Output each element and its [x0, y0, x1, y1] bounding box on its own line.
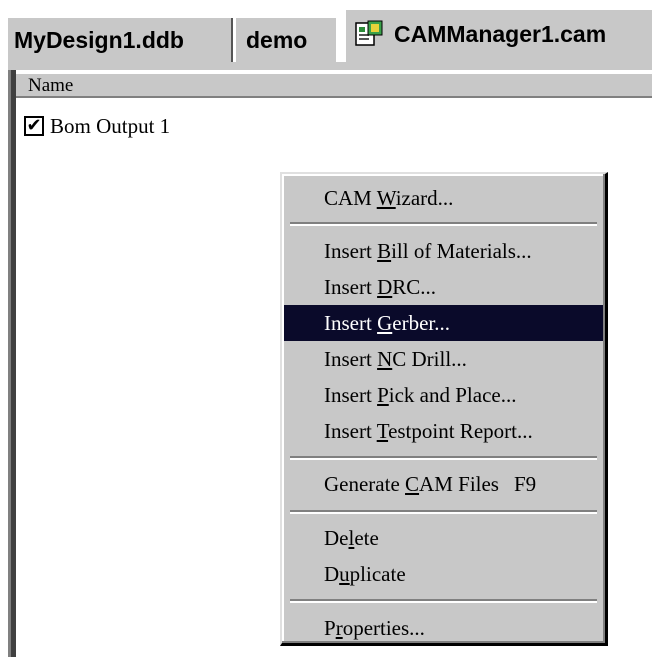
menu-item-text: Insert	[324, 275, 378, 299]
menu-item-mnemonic: T	[376, 419, 389, 443]
menu-separator	[290, 599, 597, 603]
menu-item-mnemonic: N	[377, 347, 393, 371]
menu-item-mnemonic: r	[335, 616, 343, 640]
menu-item-mnemonic: G	[377, 311, 393, 335]
cam-document-icon	[355, 20, 383, 46]
menu-item-shortcut: F9	[514, 472, 537, 496]
menu-item-text: Insert	[324, 347, 378, 371]
menu-item-insert-gerber[interactable]: Insert Gerber...	[284, 305, 603, 341]
menu-item-duplicate[interactable]: Duplicate	[284, 556, 603, 592]
menu-item-cam-wizard[interactable]: CAM Wizard...	[284, 180, 603, 216]
menu-item-insert-testpoint-report[interactable]: Insert Testpoint Report...	[284, 413, 603, 449]
menu-item-text: Generate	[324, 472, 406, 496]
menu-separator	[290, 510, 597, 514]
list-item-label: Bom Output 1	[50, 114, 171, 138]
menu-item-insert-drc[interactable]: Insert DRC...	[284, 269, 603, 305]
menu-item-insert-bom[interactable]: Insert Bill of Materials...	[284, 233, 603, 269]
checkbox[interactable]: ✔	[24, 116, 44, 137]
menu-item-text: erber...	[392, 311, 450, 335]
menu-item-text: Insert	[324, 419, 377, 443]
menu-item-mnemonic: C	[405, 472, 420, 496]
menu-item-text: D	[324, 562, 340, 586]
menu-item-text: RC...	[392, 275, 437, 299]
column-header-label: Name	[28, 75, 74, 96]
column-header-name[interactable]: Name	[16, 72, 652, 98]
menu-item-text: estpoint Report...	[388, 419, 533, 443]
menu-item-text: ete	[354, 526, 379, 550]
menu-item-properties[interactable]: Properties...	[284, 610, 603, 646]
menu-item-text: De	[324, 526, 349, 550]
panel-left-border	[11, 70, 16, 657]
menu-item-text: izard...	[395, 186, 454, 210]
menu-item-text: P	[324, 616, 336, 640]
tab-mydesign-ddb[interactable]: MyDesign1.ddb	[8, 18, 233, 62]
menu-item-text: C Drill...	[392, 347, 467, 371]
menu-item-text: Insert	[324, 239, 378, 263]
menu-separator	[290, 456, 597, 460]
tab-label: CAMManager1.cam	[394, 21, 607, 47]
menu-item-text: ill of Materials...	[391, 239, 532, 263]
tab-cammanager-cam[interactable]: CAMManager1.cam	[344, 8, 652, 62]
document-tab-strip: MyDesign1.ddb demo CAMManager1.cam	[0, 0, 652, 66]
panel-top-edge	[8, 62, 652, 70]
menu-item-mnemonic: P	[377, 383, 389, 407]
menu-item-mnemonic: D	[377, 275, 393, 299]
menu-item-insert-pick-place[interactable]: Insert Pick and Place...	[284, 377, 603, 413]
menu-item-text: plicate	[349, 562, 406, 586]
menu-item-delete[interactable]: Delete	[284, 520, 603, 556]
menu-item-text: Insert	[324, 383, 378, 407]
tab-label: demo	[246, 27, 308, 53]
list-item-bom-output[interactable]: ✔ Bom Output 1	[24, 112, 170, 140]
menu-item-insert-nc-drill[interactable]: Insert NC Drill...	[284, 341, 603, 377]
menu-item-text: ick and Place...	[388, 383, 517, 407]
menu-item-text: operties...	[342, 616, 425, 640]
menu-item-mnemonic: u	[339, 562, 350, 586]
tab-label: MyDesign1.ddb	[14, 27, 184, 53]
menu-item-text: CAM	[324, 186, 377, 210]
context-menu: CAM Wizard... Insert Bill of Materials..…	[280, 172, 608, 646]
tab-demo[interactable]: demo	[236, 18, 336, 62]
menu-item-text: AM Files	[419, 472, 499, 496]
menu-item-generate-cam-files[interactable]: Generate CAM Files F9	[284, 466, 603, 502]
menu-item-text: Insert	[324, 311, 378, 335]
menu-separator	[290, 222, 597, 226]
menu-item-mnemonic: W	[376, 186, 396, 210]
menu-item-mnemonic: B	[377, 239, 392, 263]
